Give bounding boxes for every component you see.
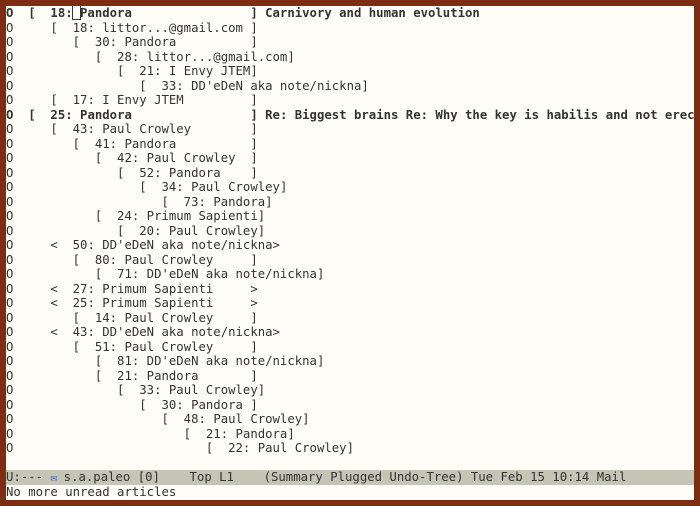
- author-name: Paul Crowley: [191, 180, 280, 194]
- author-name: Pandora: [191, 398, 250, 412]
- echo-area: No more unread articles: [6, 485, 694, 500]
- thread-line[interactable]: O [ 71: DD'eDeN aka note/nickna]: [6, 267, 694, 282]
- summary-buffer[interactable]: O [ 18:Pandora ] Carnivory and human evo…: [6, 6, 694, 470]
- author-name: Pandora: [236, 427, 288, 441]
- thread-line[interactable]: O < 27: Primum Sapienti >: [6, 282, 694, 297]
- author-name: DD'eDeN aka note/nickna: [191, 79, 361, 93]
- author-name: Pandora: [124, 35, 250, 49]
- author-name: Pandora: [169, 166, 250, 180]
- thread-line[interactable]: O [ 34: Paul Crowley]: [6, 180, 694, 195]
- author-name: Primum Sapienti: [102, 282, 250, 296]
- author-name: Paul Crowley: [213, 412, 302, 426]
- thread-line[interactable]: O [ 14: Paul Crowley ]: [6, 311, 694, 326]
- author-name: Paul Crowley: [102, 122, 250, 136]
- thread-line[interactable]: O [ 17: I Envy JTEM ]: [6, 93, 694, 108]
- modeline-modes: (Summary Plugged Undo-Tree): [264, 470, 464, 484]
- thread-line[interactable]: O [ 33: Paul Crowley]: [6, 383, 694, 398]
- thread-line[interactable]: O [ 52: Pandora ]: [6, 166, 694, 181]
- thread-line[interactable]: O [ 28: littor...@gmail.com]: [6, 50, 694, 65]
- modeline-mode2: Mail: [597, 470, 627, 484]
- thread-line[interactable]: O [ 73: Pandora]: [6, 195, 694, 210]
- author-name: DD'eDeN aka note/nickna: [147, 267, 317, 281]
- modeline-coding: U:---: [6, 470, 50, 484]
- author-name: Paul Crowley: [147, 151, 251, 165]
- author-name: Primum Sapienti: [102, 296, 250, 310]
- author-name: Paul Crowley: [258, 441, 347, 455]
- thread-line[interactable]: O [ 21: Pandora ]: [6, 369, 694, 384]
- author-name: Paul Crowley: [124, 253, 250, 267]
- modeline: U:--- ✉ s.a.paleo [0] Top L1 (Summary Pl…: [6, 470, 694, 485]
- thread-line[interactable]: O < 25: Primum Sapienti >: [6, 296, 694, 311]
- thread-line[interactable]: O [ 21: I Envy JTEM]: [6, 64, 694, 79]
- author-name: Paul Crowley: [169, 383, 258, 397]
- author-name: Pandora: [80, 108, 250, 122]
- author-name: DD'eDeN aka note/nickna: [102, 238, 272, 252]
- thread-line[interactable]: O [ 43: Paul Crowley ]: [6, 122, 694, 137]
- thread-line[interactable]: O [ 18: littor...@gmail.com ]: [6, 21, 694, 36]
- echo-message: No more unread articles: [6, 485, 176, 499]
- thread-line[interactable]: O [ 33: DD'eDeN aka note/nickna]: [6, 79, 694, 94]
- author-name: Paul Crowley: [124, 311, 250, 325]
- modeline-position: Top L1: [160, 470, 264, 484]
- thread-line[interactable]: O < 43: DD'eDeN aka note/nickna>: [6, 325, 694, 340]
- thread-line[interactable]: O [ 80: Paul Crowley ]: [6, 253, 694, 268]
- thread-line[interactable]: O [ 30: Pandora ]: [6, 398, 694, 413]
- mail-icon: ✉: [50, 471, 63, 484]
- thread-line[interactable]: O [ 42: Paul Crowley ]: [6, 151, 694, 166]
- modeline-time: Tue Feb 15 10:14: [463, 470, 596, 484]
- author-name: I Envy JTEM: [169, 64, 250, 78]
- thread-line[interactable]: O [ 30: Pandora ]: [6, 35, 694, 50]
- thread-line[interactable]: O < 50: DD'eDeN aka note/nickna>: [6, 238, 694, 253]
- thread-line[interactable]: O [ 22: Paul Crowley]: [6, 441, 694, 456]
- thread-line[interactable]: O [ 21: Pandora]: [6, 427, 694, 442]
- author-name: Pandora: [213, 195, 265, 209]
- author-name: Pandora: [147, 369, 251, 383]
- text-cursor: [73, 6, 80, 19]
- thread-line[interactable]: O [ 18:Pandora ] Carnivory and human evo…: [6, 6, 694, 21]
- thread-line[interactable]: O [ 24: Primum Sapienti]: [6, 209, 694, 224]
- thread-line[interactable]: O [ 81: DD'eDeN aka note/nickna]: [6, 354, 694, 369]
- modeline-buffer: s.a.paleo [0]: [64, 470, 160, 484]
- thread-line[interactable]: O [ 48: Paul Crowley]: [6, 412, 694, 427]
- author-name: Paul Crowley: [169, 224, 258, 238]
- thread-line[interactable]: O [ 51: Paul Crowley ]: [6, 340, 694, 355]
- emacs-frame: O [ 18:Pandora ] Carnivory and human evo…: [6, 6, 694, 500]
- author-name: I Envy JTEM: [102, 93, 250, 107]
- subject: Re: Biggest brains Re: Why the key is ha…: [258, 108, 694, 122]
- thread-line[interactable]: O [ 25: Pandora ] Re: Biggest brains Re:…: [6, 108, 694, 123]
- author-name: Primum Sapienti: [147, 209, 258, 223]
- subject: Carnivory and human evolution: [258, 6, 480, 20]
- author-name: littor...@gmail.com: [147, 50, 288, 64]
- author-name: Pandora: [124, 137, 250, 151]
- author-name: littor...@gmail.com: [102, 21, 250, 35]
- thread-line[interactable]: O [ 41: Pandora ]: [6, 137, 694, 152]
- author-name: DD'eDeN aka note/nickna: [102, 325, 272, 339]
- author-name: Pandora: [80, 6, 250, 20]
- author-name: Paul Crowley: [124, 340, 250, 354]
- author-name: DD'eDeN aka note/nickna: [147, 354, 317, 368]
- thread-line[interactable]: O [ 20: Paul Crowley]: [6, 224, 694, 239]
